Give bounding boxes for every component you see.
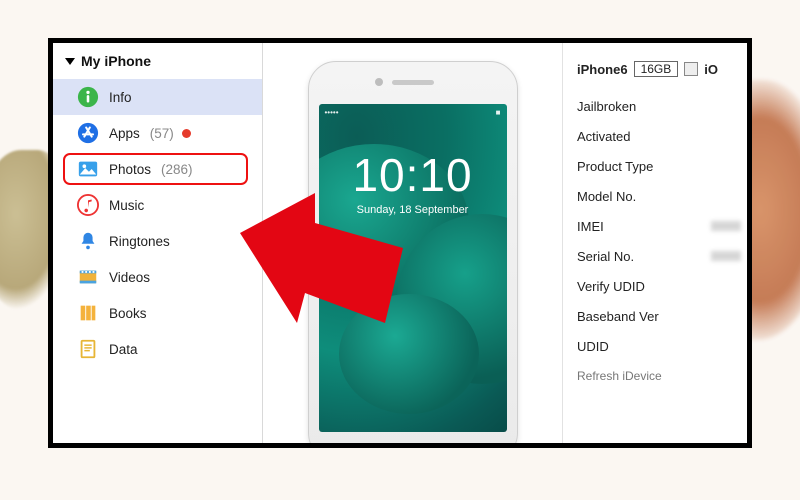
spec-product-type: Product Type (577, 151, 747, 181)
capacity-badge: 16GB (634, 61, 679, 77)
lockscreen-clock: 10:10 Sunday, 18 September (319, 148, 507, 216)
spec-label: Product Type (577, 159, 653, 174)
spec-jailbroken: Jailbroken (577, 91, 747, 121)
spec-label: IMEI (577, 219, 604, 234)
data-icon (77, 338, 99, 360)
spec-verify-udid: Verify UDID (577, 271, 747, 301)
spec-label: Jailbroken (577, 99, 636, 114)
sidebar-item-count: (286) (161, 162, 193, 177)
sidebar-item-data[interactable]: Data (53, 331, 262, 367)
phone-speaker-icon (392, 80, 434, 85)
spec-serial-no: Serial No. (577, 241, 747, 271)
books-icon (77, 302, 99, 324)
spec-label: Activated (577, 129, 630, 144)
sidebar-item-label: Ringtones (109, 234, 170, 249)
spec-label: Serial No. (577, 249, 634, 264)
sidebar-item-count: (57) (150, 126, 174, 141)
os-label: iO (704, 62, 718, 77)
spec-label: Verify UDID (577, 279, 645, 294)
device-model-row: iPhone6 16GB iO (577, 61, 747, 77)
app-window: My iPhone Info Apps (57) (48, 38, 752, 448)
spec-baseband: Baseband Ver (577, 301, 747, 331)
signal-icon: ••••• (325, 108, 339, 117)
sidebar-item-label: Apps (109, 126, 140, 141)
sidebar-header-label: My iPhone (81, 53, 151, 69)
sidebar-item-label: Books (109, 306, 147, 321)
spec-imei: IMEI (577, 211, 747, 241)
sidebar-header[interactable]: My iPhone (53, 49, 262, 79)
collapse-triangle-icon (65, 58, 75, 65)
spec-label: Baseband Ver (577, 309, 659, 324)
sidebar-item-label: Data (109, 342, 138, 357)
lockscreen-time: 10:10 (319, 148, 507, 202)
info-icon (77, 86, 99, 108)
spec-label: UDID (577, 339, 609, 354)
device-model: iPhone6 (577, 62, 628, 77)
sidebar-item-apps[interactable]: Apps (57) (53, 115, 262, 151)
music-icon (77, 194, 99, 216)
spec-label: Model No. (577, 189, 636, 204)
appstore-icon (77, 122, 99, 144)
sidebar-item-ringtones[interactable]: Ringtones (53, 223, 262, 259)
photos-icon (77, 158, 99, 180)
info-panel: iPhone6 16GB iO Jailbroken Activated Pro… (562, 43, 747, 443)
sidebar-item-books[interactable]: Books (53, 295, 262, 331)
update-badge-icon (182, 129, 191, 138)
sidebar-nav: Info Apps (57) Photos (286) (53, 79, 262, 367)
device-preview: ••••• ■ 10:10 Sunday, 18 September (263, 43, 562, 443)
lockscreen-date: Sunday, 18 September (319, 204, 507, 216)
sidebar-item-videos[interactable]: Videos (53, 259, 262, 295)
phone-screen: ••••• ■ 10:10 Sunday, 18 September (319, 104, 507, 432)
spec-list: Jailbroken Activated Product Type Model … (577, 91, 747, 361)
spec-udid: UDID (577, 331, 747, 361)
bell-icon (77, 230, 99, 252)
spec-activated: Activated (577, 121, 747, 151)
battery-icon: ■ (496, 108, 501, 117)
sidebar-item-label: Music (109, 198, 144, 213)
sidebar-item-photos[interactable]: Photos (286) (53, 151, 262, 187)
sidebar-item-label: Photos (109, 162, 151, 177)
spec-model-no: Model No. (577, 181, 747, 211)
sidebar-item-label: Videos (109, 270, 150, 285)
videos-icon (77, 266, 99, 288)
color-swatch-icon (684, 62, 698, 76)
sidebar-item-info[interactable]: Info (53, 79, 262, 115)
phone-frame: ••••• ■ 10:10 Sunday, 18 September (308, 61, 518, 448)
sidebar: My iPhone Info Apps (57) (53, 43, 263, 443)
phone-statusbar: ••••• ■ (325, 108, 501, 117)
refresh-device-link[interactable]: Refresh iDevice (577, 369, 747, 383)
sidebar-item-label: Info (109, 90, 132, 105)
sidebar-item-music[interactable]: Music (53, 187, 262, 223)
phone-camera-icon (375, 78, 383, 86)
